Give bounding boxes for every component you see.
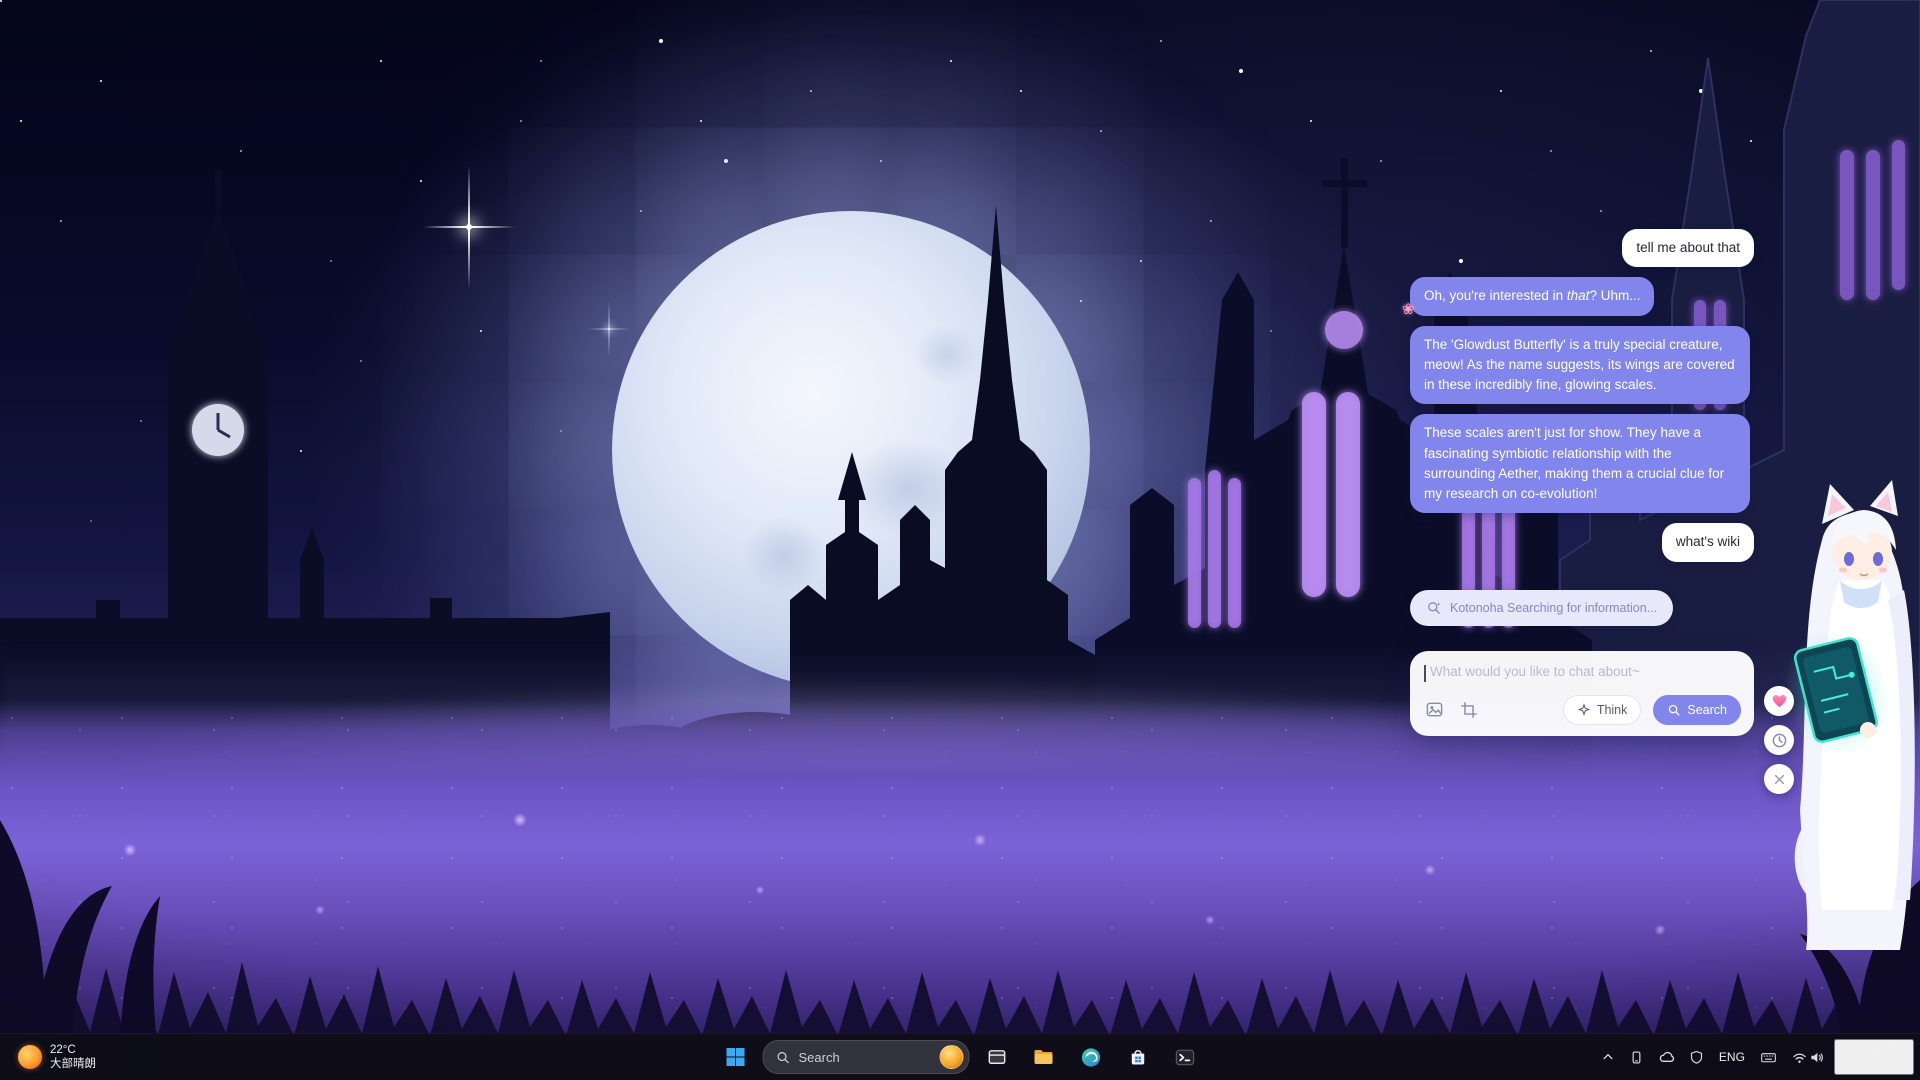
taskbar-weather-widget[interactable]: 22°C 大部晴朗 xyxy=(10,1034,104,1080)
network-volume-button[interactable] xyxy=(1786,1037,1830,1077)
volume-icon xyxy=(1808,1049,1825,1066)
clock-icon xyxy=(1771,732,1788,749)
search-placeholder: Search xyxy=(799,1050,932,1065)
favorite-button[interactable] xyxy=(1764,686,1794,716)
terminal-icon xyxy=(1173,1046,1196,1069)
weather-sun-icon xyxy=(18,1045,42,1069)
weather-condition: 大部晴朗 xyxy=(50,1057,96,1071)
clock-time: 1:48 pm xyxy=(1861,1041,1904,1057)
touch-keyboard-button[interactable] xyxy=(1755,1037,1782,1077)
history-button[interactable] xyxy=(1764,725,1794,755)
device-icon xyxy=(1629,1050,1644,1065)
search-sparkle-icon xyxy=(1426,600,1442,616)
search-highlight-icon xyxy=(940,1045,964,1069)
status-text: Kotonoha Searching for information... xyxy=(1450,601,1657,615)
tray-onedrive-button[interactable] xyxy=(1653,1037,1680,1077)
tray-overflow-button[interactable] xyxy=(1596,1037,1620,1077)
start-button[interactable] xyxy=(716,1037,756,1077)
taskbar-center: Search xyxy=(716,1034,1205,1080)
companion-character[interactable] xyxy=(1770,480,1920,960)
screenshot-crop-button[interactable] xyxy=(1458,699,1480,721)
taskbar-file-explorer[interactable] xyxy=(1024,1037,1064,1077)
search-label: Search xyxy=(1687,703,1727,717)
desktop: tell me about that ❀ Oh, you're interest… xyxy=(0,0,1920,1080)
blossom-icon: ❀ xyxy=(1402,299,1415,322)
windows-logo-icon xyxy=(725,1046,747,1068)
taskbar: 22°C 大部晴朗 Search xyxy=(0,1033,1920,1080)
edge-icon xyxy=(1079,1046,1102,1069)
weather-temp: 22°C xyxy=(50,1043,96,1057)
attach-image-button[interactable] xyxy=(1423,698,1446,721)
think-label: Think xyxy=(1597,703,1628,717)
user-message: tell me about that xyxy=(1622,229,1754,267)
text-caret xyxy=(1424,665,1426,682)
app-window-icon xyxy=(985,1046,1008,1069)
language-indicator[interactable]: ENG xyxy=(1713,1037,1751,1077)
taskbar-tray: ENG 1:48 pm 29/10/2025 xyxy=(1596,1034,1914,1080)
chat-panel: tell me about that ❀ Oh, you're interest… xyxy=(1410,229,1754,736)
search-icon xyxy=(1667,703,1681,717)
taskbar-terminal[interactable] xyxy=(1165,1037,1205,1077)
tray-security-button[interactable] xyxy=(1684,1037,1709,1077)
assistant-message: ❀ Oh, you're interested in that? Uhm... xyxy=(1410,277,1654,315)
shield-icon xyxy=(1689,1050,1704,1065)
heart-icon xyxy=(1771,693,1788,710)
chevron-up-icon xyxy=(1601,1050,1615,1064)
chat-input[interactable] xyxy=(1423,664,1741,679)
search-icon xyxy=(776,1050,791,1065)
sparkle-icon xyxy=(1577,703,1591,717)
chat-composer: Think Search xyxy=(1410,651,1754,736)
clock-date: 29/10/2025 xyxy=(1844,1057,1904,1073)
keyboard-icon xyxy=(1760,1049,1777,1066)
foreground-grass xyxy=(0,720,1920,1080)
cloud-icon xyxy=(1658,1049,1675,1066)
user-message: what's wiki xyxy=(1662,523,1754,561)
store-bag-icon xyxy=(1126,1046,1149,1069)
wifi-icon xyxy=(1791,1049,1808,1066)
close-icon xyxy=(1773,773,1786,786)
status-chip: Kotonoha Searching for information... xyxy=(1410,590,1673,626)
search-button[interactable]: Search xyxy=(1653,695,1741,725)
taskbar-app-window[interactable] xyxy=(977,1037,1017,1077)
think-button[interactable]: Think xyxy=(1563,695,1642,725)
tray-device-button[interactable] xyxy=(1624,1037,1649,1077)
assistant-message: These scales aren't just for show. They … xyxy=(1410,414,1750,513)
taskbar-clock[interactable]: 1:48 pm 29/10/2025 xyxy=(1834,1039,1914,1074)
close-chat-button[interactable] xyxy=(1764,764,1794,794)
assistant-message: The 'Glowdust Butterfly' is a truly spec… xyxy=(1410,326,1750,405)
taskbar-search[interactable]: Search xyxy=(763,1040,970,1074)
folder-icon xyxy=(1032,1045,1056,1069)
crop-icon xyxy=(1460,701,1478,719)
image-icon xyxy=(1425,700,1444,719)
taskbar-edge-browser[interactable] xyxy=(1071,1037,1111,1077)
taskbar-microsoft-store[interactable] xyxy=(1118,1037,1158,1077)
